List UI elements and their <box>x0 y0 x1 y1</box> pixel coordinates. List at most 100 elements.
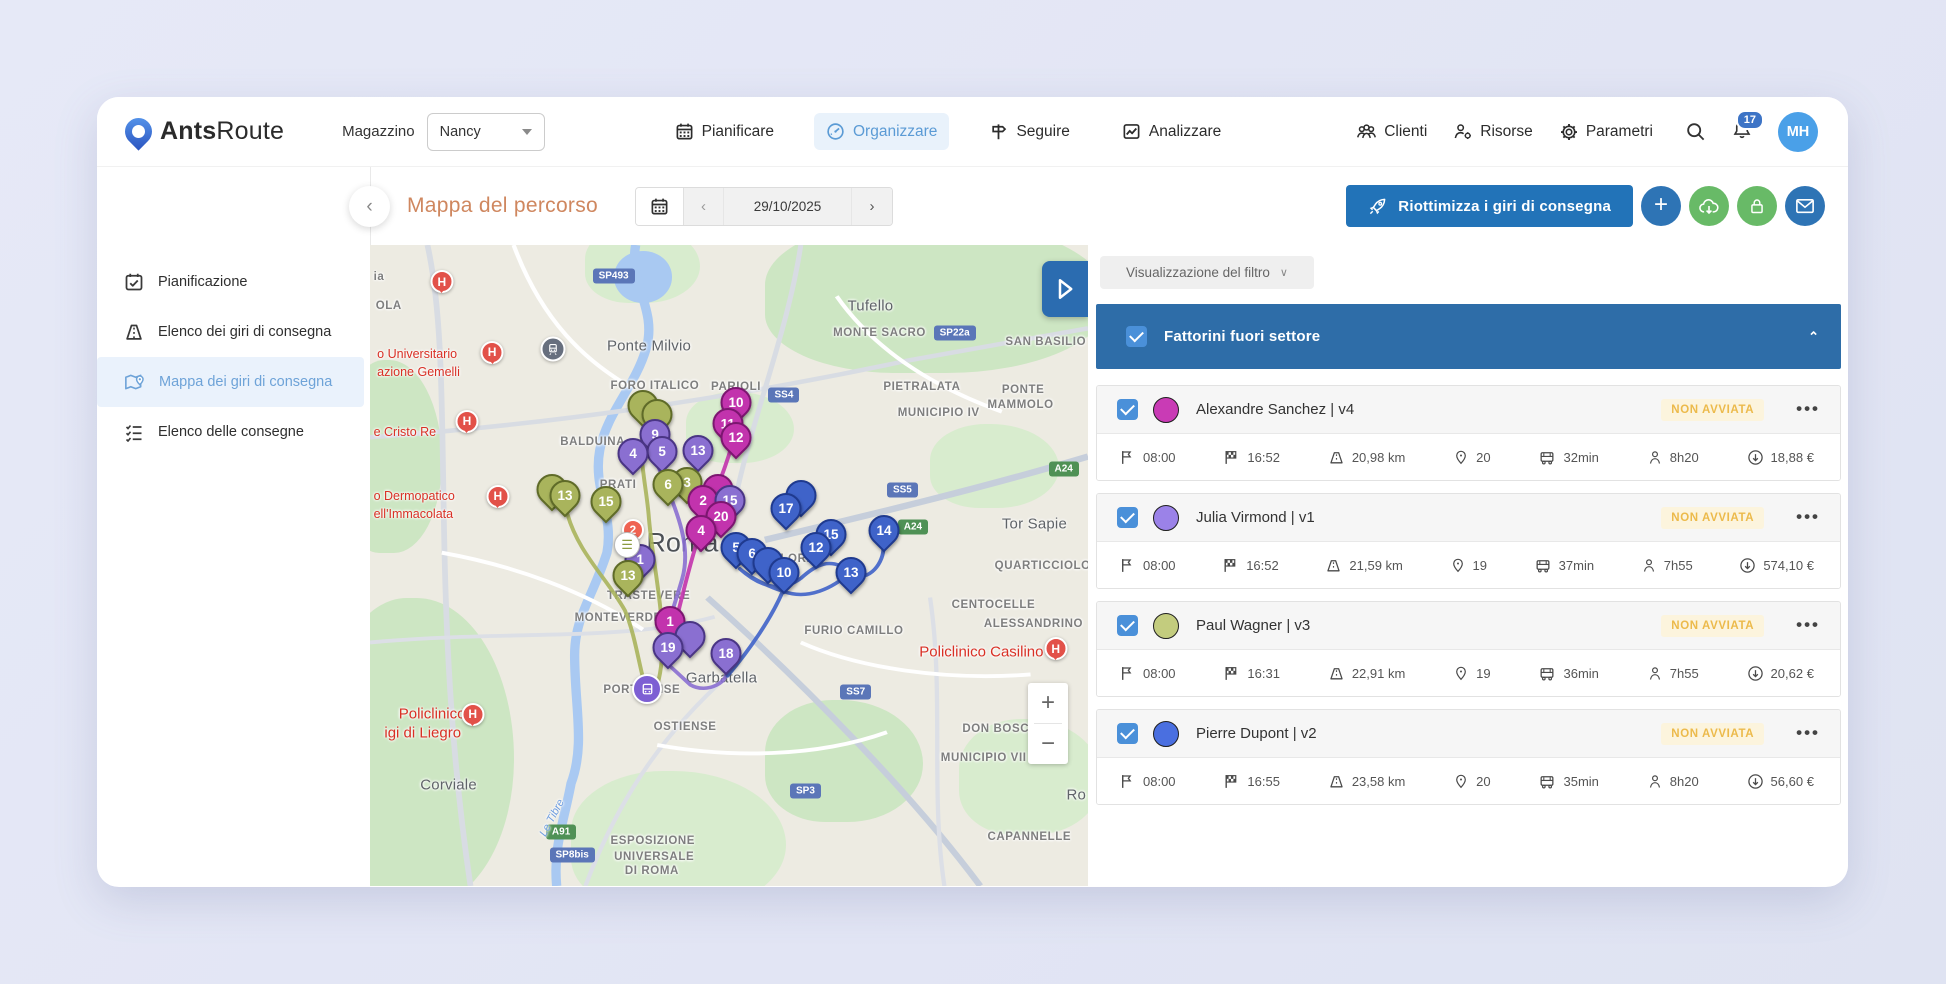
stat-distance: 21,59 km <box>1325 557 1403 574</box>
driver-checkbox[interactable] <box>1117 399 1138 420</box>
sidebar-item-mappa-giri[interactable]: Mappa dei giri di consegna <box>97 357 364 407</box>
delivery-pin[interactable]: 17 <box>763 486 808 531</box>
group-checkbox[interactable] <box>1126 326 1147 347</box>
stop-pin-icon <box>1453 665 1469 682</box>
distance-icon <box>1328 449 1345 466</box>
hospital-icon: H <box>480 340 504 364</box>
stat-end: 16:52 <box>1222 557 1279 574</box>
collapse-sidebar-button[interactable]: ‹ <box>349 186 390 227</box>
nav-parametri[interactable]: Parametri <box>1559 122 1653 142</box>
delivery-pin[interactable]: 13 <box>543 473 588 518</box>
triangle-right-icon <box>1058 279 1073 299</box>
person-icon <box>1647 665 1663 682</box>
nav-risorse[interactable]: Risorse <box>1453 122 1533 141</box>
main-navigation: Pianificare Organizzare Seguire Analizza… <box>663 113 1234 150</box>
delivery-pin[interactable]: 10 <box>762 550 807 595</box>
tab-pianificare[interactable]: Pianificare <box>663 113 786 150</box>
driver-row[interactable]: Alexandre Sanchez | v4 NON AVVIATA ••• <box>1097 386 1840 433</box>
driver-checkbox[interactable] <box>1117 507 1138 528</box>
cloud-download-button[interactable] <box>1689 186 1729 226</box>
date-next-button[interactable]: › <box>852 187 893 225</box>
stat-stops: 19 <box>1450 557 1487 574</box>
tab-seguire[interactable]: Seguire <box>977 113 1081 150</box>
checklist-icon <box>124 422 144 442</box>
layers-marker[interactable]: ☰ <box>614 531 641 558</box>
delivery-pin[interactable]: 13 <box>605 553 650 598</box>
stat-stops: 20 <box>1453 773 1491 790</box>
delivery-pin[interactable]: 18 <box>704 631 749 676</box>
brand-name: AntsRoute <box>160 117 285 145</box>
driver-color-dot <box>1153 396 1179 423</box>
stat-distance: 22,91 km <box>1328 665 1405 682</box>
distance-icon <box>1328 665 1345 682</box>
stat-duration: 7h55 <box>1641 557 1693 574</box>
nav-clienti[interactable]: Clienti <box>1356 122 1427 141</box>
add-button[interactable]: + <box>1641 186 1681 226</box>
delivery-pin[interactable]: 13 <box>829 550 873 595</box>
delivery-pin[interactable]: 5 <box>640 430 685 474</box>
hospital-icon: H <box>461 702 485 726</box>
date-prev-button[interactable]: ‹ <box>684 187 725 225</box>
sidebar-item-elenco-giri[interactable]: Elenco dei giri di consegna <box>97 307 364 357</box>
dots-menu-icon[interactable]: ••• <box>1796 724 1820 741</box>
stat-start: 08:00 <box>1119 773 1176 790</box>
depot-marker[interactable] <box>632 674 663 705</box>
tab-analizzare[interactable]: Analizzare <box>1110 113 1233 150</box>
warehouse-select[interactable]: Nancy <box>426 112 545 151</box>
tab-organizzare[interactable]: Organizzare <box>814 113 950 150</box>
brand-logo: AntsRoute <box>119 112 285 151</box>
driver-row[interactable]: Pierre Dupont | v2 NON AVVIATA ••• <box>1097 710 1840 757</box>
calendar-check-icon <box>124 272 144 292</box>
sidebar: Pianificazione Elenco dei giri di conseg… <box>97 245 370 886</box>
map-zoom-control: + − <box>1028 683 1068 764</box>
driver-row[interactable]: Julia Virmond | v1 NON AVVIATA ••• <box>1097 494 1840 541</box>
search-icon[interactable] <box>1685 121 1706 142</box>
warehouse-block: Magazzino Nancy <box>342 112 545 151</box>
stat-cost: 56,60 € <box>1747 773 1814 790</box>
warehouse-label: Magazzino <box>342 123 415 140</box>
delivery-pin[interactable]: 13 <box>676 428 721 472</box>
driver-checkbox[interactable] <box>1117 723 1138 744</box>
zoom-in-button[interactable]: + <box>1028 683 1068 723</box>
filter-view-button[interactable]: Visualizzazione del filtro ∨ <box>1100 256 1314 289</box>
reoptimize-button[interactable]: Riottimizza i giri di consegna <box>1346 185 1633 227</box>
delivery-pin[interactable]: 6 <box>646 462 690 507</box>
driver-stats-row: 08:00 16:52 20,98 km 20 32min 8h20 18,88 € <box>1097 433 1840 480</box>
page-title: Mappa del percorso <box>407 194 599 217</box>
route-map[interactable]: ia OLA SP493 Tufello MONTE SACRO SP22a SAN BAS… <box>370 245 1088 886</box>
sidebar-item-pianificazione[interactable]: Pianificazione <box>97 257 364 307</box>
delivery-pin[interactable]: 15 <box>584 479 629 524</box>
lock-button[interactable] <box>1737 186 1777 226</box>
delivery-pin[interactable]: 19 <box>646 625 690 670</box>
calendar-picker-button[interactable] <box>636 187 685 225</box>
dots-menu-icon[interactable]: ••• <box>1796 400 1820 417</box>
stat-start: 08:00 <box>1119 557 1176 574</box>
dots-menu-icon[interactable]: ••• <box>1796 508 1820 525</box>
cost-icon <box>1739 557 1756 574</box>
status-badge: NON AVVIATA <box>1661 398 1765 421</box>
avatar[interactable]: MH <box>1778 111 1818 152</box>
driver-group: Alexandre Sanchez | v4 NON AVVIATA ••• 0… <box>1096 385 1841 481</box>
station-marker[interactable] <box>540 336 566 362</box>
delivery-pin[interactable]: 4 <box>610 431 655 476</box>
driver-group-header[interactable]: Fattorini fuori settore ⌃ <box>1096 304 1841 369</box>
driver-row[interactable]: Paul Wagner | v3 NON AVVIATA ••• <box>1097 602 1840 649</box>
delivery-pin[interactable]: 12 <box>793 525 838 570</box>
notification-badge: 17 <box>1735 109 1764 130</box>
mail-button[interactable] <box>1785 186 1825 226</box>
date-value[interactable]: 29/10/2025 <box>724 187 853 225</box>
panel-toggle-button[interactable] <box>1042 261 1088 317</box>
delivery-pin[interactable]: 4 <box>679 508 723 553</box>
zoom-out-button[interactable]: − <box>1028 724 1068 764</box>
driver-group: Julia Virmond | v1 NON AVVIATA ••• 08:00… <box>1096 493 1841 589</box>
notifications-button[interactable]: 17 <box>1732 109 1764 145</box>
stat-distance: 23,58 km <box>1328 773 1405 790</box>
stat-cost: 20,62 € <box>1747 665 1814 682</box>
dots-menu-icon[interactable]: ••• <box>1796 616 1820 633</box>
sidebar-item-elenco-consegne[interactable]: Elenco delle consegne <box>97 407 364 457</box>
driver-checkbox[interactable] <box>1117 615 1138 636</box>
status-badge: NON AVVIATA <box>1661 722 1765 745</box>
delivery-pin[interactable]: 12 <box>714 415 759 460</box>
stat-duration: 7h55 <box>1647 665 1699 682</box>
delivery-pin[interactable]: 14 <box>862 508 906 553</box>
